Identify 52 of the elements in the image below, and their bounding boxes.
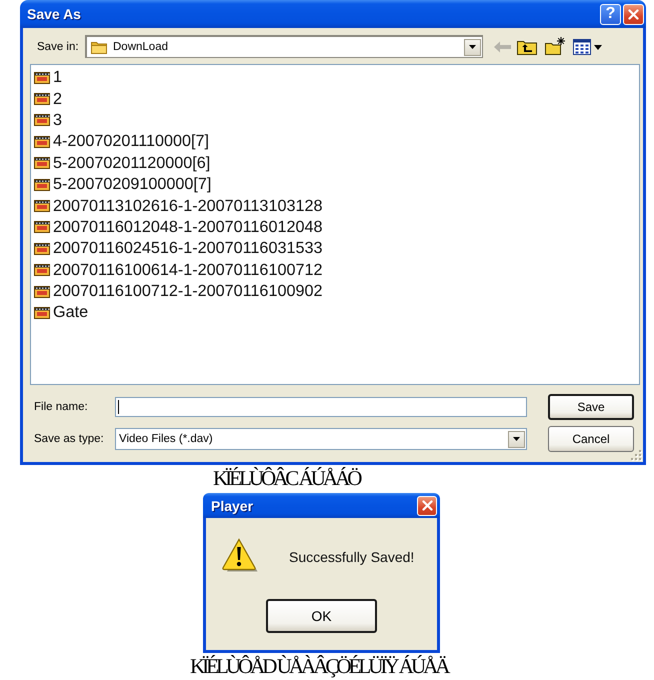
save-in-label: Save in:: [37, 40, 78, 52]
file-item[interactable]: 5-20070209100000[7]: [34, 174, 212, 196]
close-icon: [422, 500, 432, 511]
file-item[interactable]: 3: [34, 110, 62, 132]
caret-down-icon: [469, 45, 476, 49]
video-file-icon: [34, 136, 50, 148]
close-button[interactable]: [417, 496, 437, 516]
close-button[interactable]: [623, 4, 644, 24]
folder-up-icon[interactable]: [517, 38, 537, 55]
file-name-input[interactable]: [115, 397, 527, 417]
file-item[interactable]: 20070116024516-1-20070116031533: [34, 238, 322, 260]
file-item[interactable]: 4-20070201110000[7]: [34, 131, 210, 153]
ok-button[interactable]: OK: [266, 599, 377, 633]
video-file-icon: [34, 157, 50, 170]
file-item[interactable]: 20070116100614-1-20070116100712: [34, 260, 322, 281]
video-file-icon: [34, 72, 50, 84]
file-item[interactable]: 20070116100712-1-20070116100902: [34, 280, 322, 302]
dropdown-button[interactable]: [464, 38, 481, 56]
video-file-icon: [34, 242, 50, 255]
video-file-icon: [34, 178, 50, 191]
video-file-icon: [34, 286, 50, 298]
caret-down-icon: [513, 437, 520, 441]
figure-caption: KÏÉLÙÔÂC ÁÚÅÁÖ: [213, 465, 360, 492]
file-item[interactable]: 20070116012048-1-20070116012048: [34, 216, 322, 238]
figure-caption: KÏÉLÙÔÅD ÙÅÀÂÇÖÉLÜÏŸ ÁÚÅÄ: [190, 653, 448, 680]
close-icon: [628, 8, 639, 20]
cancel-button[interactable]: Cancel: [548, 426, 634, 452]
window-title: Save As: [27, 6, 82, 22]
new-folder-icon[interactable]: [545, 36, 565, 54]
resize-grip-icon[interactable]: [630, 449, 642, 461]
message-title: Player: [211, 498, 254, 514]
video-file-icon: [34, 200, 50, 212]
file-item[interactable]: 2: [34, 88, 62, 110]
view-menu-icon[interactable]: [573, 38, 603, 54]
warning-icon: [222, 538, 258, 572]
video-file-icon: [34, 221, 50, 234]
file-type-label: Save as type:: [34, 433, 105, 445]
video-file-icon: [34, 306, 50, 319]
file-item[interactable]: Gate: [34, 302, 88, 324]
dropdown-button[interactable]: [508, 430, 525, 448]
message-text: Successfully Saved!: [289, 548, 414, 564]
video-file-icon: [34, 264, 50, 276]
video-file-icon: [34, 93, 50, 106]
file-type-dropdown[interactable]: Video Files (*.dav): [115, 428, 527, 450]
folder-icon: [91, 40, 107, 54]
file-item[interactable]: 1: [34, 67, 62, 88]
file-name-label: File name:: [34, 401, 89, 413]
file-item[interactable]: 5-20070201120000[6]: [34, 152, 210, 174]
video-file-icon: [34, 114, 50, 126]
save-in-dropdown[interactable]: DownLoad: [85, 35, 483, 58]
save-button[interactable]: Save: [548, 394, 634, 420]
file-item[interactable]: 20070113102616-1-20070113103128: [34, 195, 322, 217]
